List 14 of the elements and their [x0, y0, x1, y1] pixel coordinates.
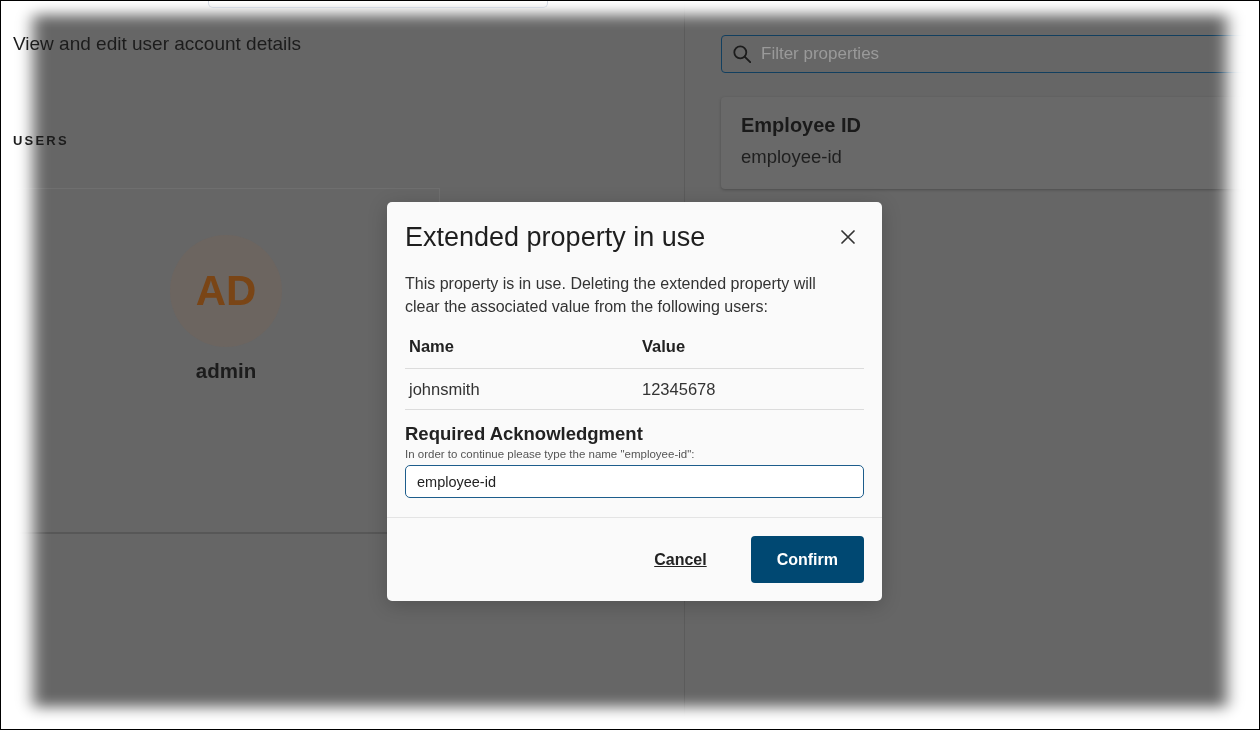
user-avatar: AD	[170, 235, 282, 347]
table-cell: johnsmith	[405, 368, 638, 410]
column-header: Name	[405, 324, 638, 369]
input-field[interactable]	[208, 1, 548, 8]
column-header: Value	[638, 324, 864, 369]
cancel-button[interactable]: Cancel	[654, 550, 707, 569]
acknowledgment-input[interactable]: employee-id	[405, 465, 864, 498]
table-cell: 12345678	[638, 368, 864, 410]
property-key: employee-id	[741, 147, 842, 167]
property-title: Employee ID	[741, 113, 862, 137]
confirm-button[interactable]: Confirm	[750, 536, 864, 583]
close-icon	[841, 230, 855, 244]
username: admin	[195, 360, 257, 382]
search-icon	[733, 45, 751, 63]
